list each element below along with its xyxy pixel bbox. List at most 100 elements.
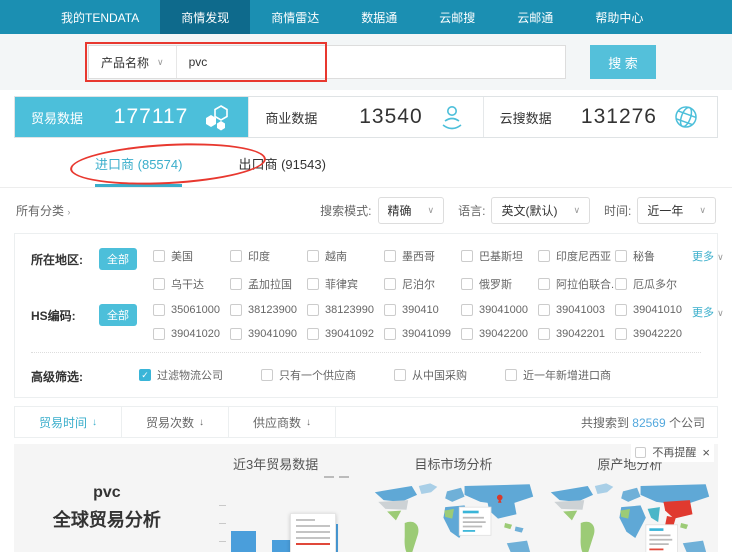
filter-checkbox-item[interactable]: 38123900 — [230, 304, 307, 316]
filter-checkbox-item[interactable]: 巴基斯坦 — [461, 248, 538, 264]
filter-checkbox-item[interactable]: 只有一个供应商 — [261, 365, 356, 385]
filter-checkbox-item[interactable]: 39042200 — [461, 328, 538, 340]
checkbox-box[interactable] — [230, 328, 242, 340]
result-count: 82569 — [632, 416, 665, 430]
tab-label: 进口商 — [95, 157, 134, 172]
dismiss-checkbox[interactable] — [635, 447, 646, 458]
stat-cloud-search-data[interactable]: 云搜数据 131276 — [483, 97, 717, 137]
filter-checkbox-item[interactable]: 尼泊尔 — [384, 276, 461, 292]
filter-checkbox-item[interactable]: 厄瓜多尔 — [615, 276, 692, 292]
checkbox-box[interactable]: ✓ — [139, 369, 151, 381]
filter-checkbox-item[interactable]: 39042201 — [538, 328, 615, 340]
option-select[interactable]: 精确∨ — [378, 197, 445, 224]
search-input[interactable] — [177, 46, 565, 78]
filter-checkbox-item[interactable]: 从中国采购 — [394, 365, 467, 385]
close-icon[interactable]: × — [702, 445, 710, 460]
stat-trade-data[interactable]: 贸易数据 177117 — [15, 97, 248, 137]
checkbox-box[interactable] — [153, 304, 165, 316]
nav-item[interactable]: 云邮通 — [496, 0, 574, 34]
checkbox-box[interactable] — [615, 304, 627, 316]
target-market-panel[interactable]: 目标市场分析 — [365, 454, 541, 552]
checkbox-box[interactable] — [307, 250, 319, 262]
filter-checkbox-item[interactable]: 39041099 — [384, 328, 461, 340]
option-select[interactable]: 英文(默认)∨ — [491, 197, 590, 224]
filter-checkbox-item[interactable]: 美国 — [153, 248, 230, 264]
checkbox-box[interactable] — [538, 250, 550, 262]
checkbox-box[interactable] — [384, 278, 396, 290]
all-categories-link[interactable]: 所有分类 › — [16, 202, 70, 219]
filter-checkbox-item[interactable]: 孟加拉国 — [230, 276, 307, 292]
checkbox-box[interactable] — [615, 278, 627, 290]
search-button[interactable]: 搜 索 — [590, 45, 656, 79]
dotted-divider — [31, 352, 701, 353]
filter-checkbox-item[interactable]: 印度尼西亚 — [538, 248, 615, 264]
filter-checkbox-item[interactable]: 39041003 — [538, 304, 615, 316]
filter-checkbox-item[interactable]: 39041000 — [461, 304, 538, 316]
filter-checkbox-item[interactable]: 秘鲁 — [615, 248, 692, 264]
filter-checkbox-item[interactable]: 近一年新增进口商 — [505, 365, 611, 385]
tab-exporters[interactable]: 出口商 (91543) — [238, 154, 325, 187]
nav-item[interactable]: 商情发现 — [160, 0, 250, 34]
nav-item[interactable]: 我的TENDATA — [40, 0, 160, 34]
nav-item[interactable]: 云邮搜 — [418, 0, 496, 34]
search-category-dropdown[interactable]: 产品名称 ∨ — [89, 46, 177, 78]
region-more-link[interactable]: 更多 ∨ — [692, 248, 724, 292]
checkbox-box[interactable] — [461, 328, 473, 340]
checkbox-box[interactable] — [261, 369, 273, 381]
checkbox-box[interactable] — [230, 304, 242, 316]
sort-item[interactable]: 供应商数↓ — [229, 407, 336, 437]
checkbox-box[interactable] — [538, 278, 550, 290]
filter-checkbox-item[interactable]: 38123990 — [307, 304, 384, 316]
filter-checkbox-item[interactable]: 390410 — [384, 304, 461, 316]
checkbox-box[interactable] — [153, 278, 165, 290]
filter-checkbox-item[interactable]: 乌干达 — [153, 276, 230, 292]
hs-more-link[interactable]: 更多 ∨ — [692, 304, 724, 340]
checkbox-box[interactable] — [384, 328, 396, 340]
filter-checkbox-item[interactable]: 俄罗斯 — [461, 276, 538, 292]
checkbox-box[interactable] — [461, 304, 473, 316]
checkbox-box[interactable] — [384, 250, 396, 262]
sort-item[interactable]: 贸易时间↓ — [15, 407, 122, 437]
checkbox-box[interactable] — [615, 250, 627, 262]
filter-checkbox-item[interactable]: 39041090 — [230, 328, 307, 340]
hs-all-badge[interactable]: 全部 — [99, 304, 137, 326]
filter-checkbox-item[interactable]: 39041092 — [307, 328, 384, 340]
filter-checkbox-item[interactable]: 越南 — [307, 248, 384, 264]
checkbox-box[interactable] — [307, 304, 319, 316]
filter-checkbox-item[interactable]: 39042220 — [615, 328, 692, 340]
nav-item[interactable]: 帮助中心 — [574, 0, 664, 34]
nav-item[interactable]: 数据通 — [340, 0, 418, 34]
filter-checkbox-item[interactable]: 墨西哥 — [384, 248, 461, 264]
checkbox-box[interactable] — [230, 278, 242, 290]
mini-bar-chart — [213, 509, 338, 552]
filter-checkbox-item[interactable]: 菲律宾 — [307, 276, 384, 292]
checkbox-box[interactable] — [505, 369, 517, 381]
tab-importers[interactable]: 进口商 (85574) — [95, 154, 182, 187]
checkbox-box[interactable] — [461, 250, 473, 262]
checkbox-box[interactable] — [394, 369, 406, 381]
stat-business-data[interactable]: 商业数据 13540 — [248, 97, 482, 137]
filter-checkbox-item[interactable]: 39041020 — [153, 328, 230, 340]
trade-history-chart-panel[interactable]: 近3年贸易数据 — [200, 454, 352, 552]
checkbox-label: 俄罗斯 — [479, 276, 512, 292]
checkbox-box[interactable] — [307, 278, 319, 290]
filter-checkbox-item[interactable]: 阿拉伯联合... — [538, 276, 615, 292]
checkbox-box[interactable] — [153, 328, 165, 340]
checkbox-box[interactable] — [615, 328, 627, 340]
filter-checkbox-item[interactable]: ✓过滤物流公司 — [139, 365, 223, 385]
checkbox-box[interactable] — [230, 250, 242, 262]
checkbox-box[interactable] — [153, 250, 165, 262]
checkbox-box[interactable] — [461, 278, 473, 290]
option-select[interactable]: 近一年∨ — [637, 197, 716, 224]
region-all-badge[interactable]: 全部 — [99, 248, 137, 270]
nav-item[interactable]: 商情雷达 — [250, 0, 340, 34]
origin-analysis-panel[interactable]: 原产地分析 — [542, 454, 718, 552]
checkbox-box[interactable] — [538, 328, 550, 340]
checkbox-box[interactable] — [384, 304, 396, 316]
checkbox-box[interactable] — [307, 328, 319, 340]
filter-checkbox-item[interactable]: 39041010 — [615, 304, 692, 316]
sort-item[interactable]: 贸易次数↓ — [122, 407, 229, 437]
filter-checkbox-item[interactable]: 35061000 — [153, 304, 230, 316]
checkbox-box[interactable] — [538, 304, 550, 316]
filter-checkbox-item[interactable]: 印度 — [230, 248, 307, 264]
